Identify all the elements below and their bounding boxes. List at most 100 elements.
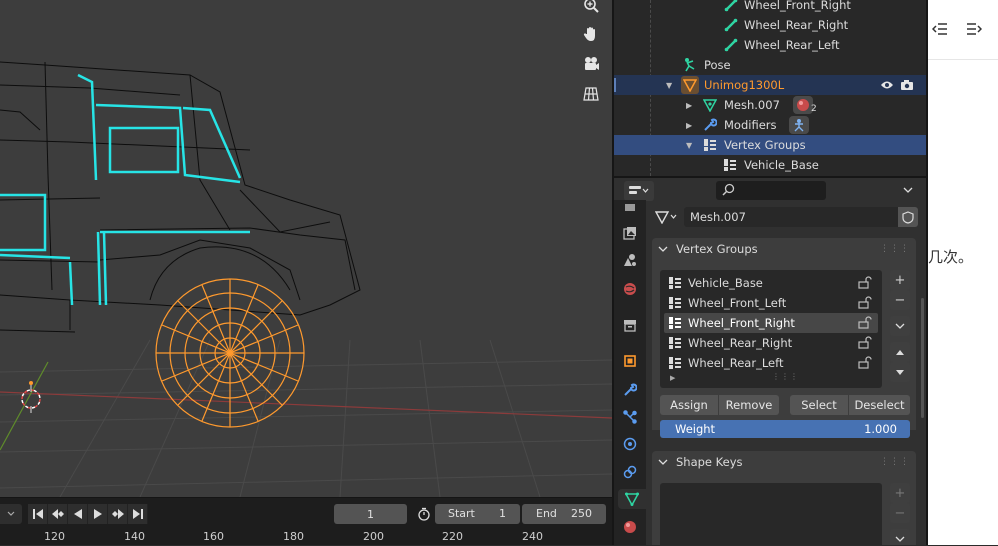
list-item[interactable]: Wheel_Rear_Left: [664, 353, 878, 373]
remove-shape-key-button[interactable]: −: [890, 503, 910, 523]
move-down-button[interactable]: [890, 362, 910, 382]
play-reverse-icon[interactable]: [68, 504, 88, 524]
end-value: 250: [571, 507, 592, 520]
list-item-selected[interactable]: Wheel_Front_Right: [664, 313, 878, 333]
tab-constraints[interactable]: [620, 462, 640, 482]
expand-triangle-icon[interactable]: ▶: [686, 101, 692, 110]
tab-particles[interactable]: [620, 407, 640, 427]
lock-icon[interactable]: [858, 276, 872, 292]
vertex-group-icon: [721, 156, 739, 174]
collapse-triangle-icon[interactable]: ▼: [666, 81, 672, 90]
frame-ruler[interactable]: 120 140 160 180 200 220 240: [0, 530, 612, 546]
tab-world[interactable]: [620, 279, 640, 299]
lock-icon[interactable]: [858, 296, 872, 312]
list-item[interactable]: Wheel_Front_Left: [664, 293, 878, 313]
start-frame-field[interactable]: Start 1: [435, 504, 520, 524]
add-vertex-group-button[interactable]: +: [890, 270, 910, 290]
shape-key-list[interactable]: [660, 483, 882, 545]
deselect-button[interactable]: Deselect: [849, 395, 910, 415]
remove-vertex-group-button[interactable]: −: [890, 290, 910, 310]
vertex-group-icon: [666, 314, 684, 332]
options-dropdown[interactable]: [898, 181, 918, 200]
lock-icon[interactable]: [858, 336, 872, 352]
document-text: 几次。: [928, 248, 974, 266]
add-shape-key-button[interactable]: +: [890, 483, 910, 503]
tab-data[interactable]: [618, 489, 646, 509]
panel-title: Shape Keys: [676, 455, 743, 469]
outliner-item-wheel-front-right[interactable]: Wheel_Front_Right: [614, 0, 926, 15]
outliner-item-pose[interactable]: Pose: [614, 55, 926, 75]
properties-search-input[interactable]: [716, 181, 826, 200]
list-item[interactable]: Wheel_Rear_Right: [664, 333, 878, 353]
pan-hand-icon[interactable]: [578, 21, 604, 47]
tab-collection[interactable]: [620, 315, 640, 335]
tab-physics[interactable]: [620, 434, 640, 454]
outliner-item-vehicle-base[interactable]: Vehicle_Base: [614, 155, 926, 175]
shape-keys-panel-header[interactable]: Shape Keys ⋮⋮⋮: [652, 451, 916, 473]
timeline-menu-dropdown[interactable]: [0, 504, 22, 524]
material-icon[interactable]: [793, 96, 813, 114]
filter-options-triangle-icon[interactable]: ▶: [670, 374, 675, 382]
outliner-item-wheel-rear-right[interactable]: Wheel_Rear_Right: [614, 15, 926, 35]
select-button[interactable]: Select: [790, 395, 848, 415]
list-resize-handle-icon[interactable]: ⋮⋮⋮: [772, 372, 799, 381]
camera-render-icon[interactable]: [898, 76, 916, 94]
properties-scrollbar[interactable]: [921, 298, 924, 418]
move-up-button[interactable]: [890, 342, 910, 362]
assign-button[interactable]: Assign: [660, 395, 718, 415]
vertex-group-list[interactable]: Vehicle_Base Wheel_Front_Left Wheel_Fron…: [660, 270, 882, 388]
lock-icon[interactable]: [858, 316, 872, 332]
playback-controls: [28, 504, 148, 524]
mesh-name-field[interactable]: Mesh.007: [684, 207, 898, 227]
vertex-group-icon: [666, 294, 684, 312]
eye-icon[interactable]: [878, 76, 896, 94]
camera-view-icon[interactable]: [578, 51, 604, 77]
jump-end-icon[interactable]: [128, 504, 148, 524]
outliner-item-mesh[interactable]: ▶ Mesh.007 2: [614, 95, 926, 115]
3d-viewport[interactable]: [0, 0, 612, 497]
fake-user-shield-icon[interactable]: [898, 207, 918, 227]
bone-icon: [722, 16, 740, 34]
stopwatch-icon[interactable]: [414, 504, 434, 524]
vertex-groups-panel-header[interactable]: Vertex Groups ⋮⋮⋮: [652, 238, 916, 260]
armature-modifier-icon[interactable]: [789, 116, 809, 134]
vertex-group-icon: [666, 274, 684, 292]
prev-keyframe-icon[interactable]: [48, 504, 68, 524]
tab-render[interactable]: [620, 223, 640, 243]
mesh-data-dropdown[interactable]: [652, 207, 682, 227]
tab-tool[interactable]: [620, 196, 640, 216]
document-toolbar: [928, 0, 998, 60]
list-item[interactable]: Vehicle_Base: [664, 273, 878, 293]
tab-object[interactable]: [620, 351, 640, 371]
drag-handle-icon[interactable]: ⋮⋮⋮: [880, 457, 910, 467]
expand-triangle-icon[interactable]: ▶: [686, 121, 692, 130]
shape-key-specials-dropdown[interactable]: [890, 529, 910, 545]
tab-modifiers[interactable]: [620, 380, 640, 400]
play-icon[interactable]: [88, 504, 108, 524]
tab-material[interactable]: [620, 517, 640, 537]
tab-scene[interactable]: [620, 250, 640, 270]
end-frame-field[interactable]: End 250: [522, 504, 606, 524]
current-frame-field[interactable]: 1: [334, 504, 407, 524]
ortho-grid-icon[interactable]: [578, 81, 604, 107]
weight-slider[interactable]: Weight 1.000: [660, 420, 910, 438]
vertex-group-specials-dropdown[interactable]: [890, 316, 910, 336]
vertex-group-name: Vehicle_Base: [688, 276, 763, 290]
weight-value: 1.000: [864, 422, 897, 436]
outliner-item-vertex-groups[interactable]: ▼ Vertex Groups: [614, 135, 926, 155]
outdent-icon[interactable]: [931, 22, 948, 39]
jump-start-icon[interactable]: [28, 504, 48, 524]
outliner: Wheel_Front_Right Wheel_Rear_Right Wheel…: [614, 0, 926, 176]
indent-icon[interactable]: [966, 22, 983, 39]
collapse-triangle-icon[interactable]: ▼: [686, 141, 692, 150]
remove-button[interactable]: Remove: [719, 395, 779, 415]
lock-icon[interactable]: [858, 356, 872, 372]
outliner-item-unimog1300l[interactable]: ▼ Unimog1300L: [614, 75, 926, 95]
properties-editor: Mesh.007 Vertex Groups ⋮⋮⋮ Vehicle_Base …: [614, 178, 926, 545]
vertex-groups-panel: Vehicle_Base Wheel_Front_Left Wheel_Fron…: [652, 260, 916, 438]
drag-handle-icon[interactable]: ⋮⋮⋮: [880, 244, 910, 254]
outliner-item-modifiers[interactable]: ▶ Modifiers: [614, 115, 926, 135]
next-keyframe-icon[interactable]: [108, 504, 128, 524]
outliner-item-wheel-rear-left[interactable]: Wheel_Rear_Left: [614, 35, 926, 55]
3d-cursor: [21, 385, 41, 413]
